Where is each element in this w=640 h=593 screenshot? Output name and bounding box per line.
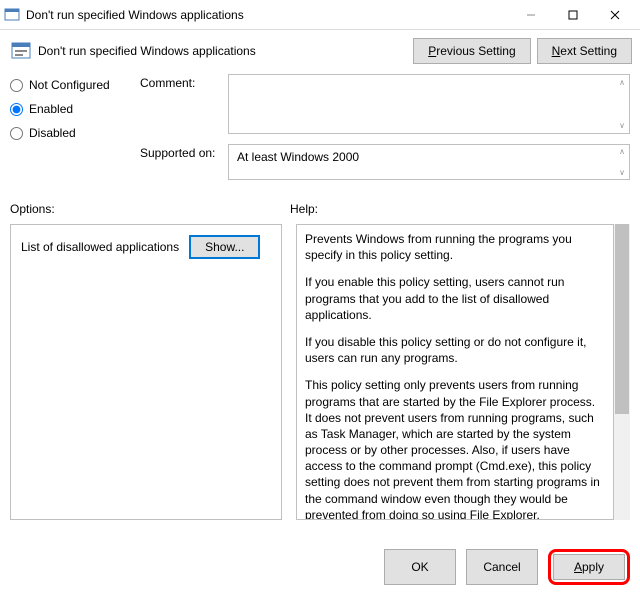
previous-setting-button[interactable]: Previous Setting xyxy=(413,38,530,64)
close-button[interactable] xyxy=(594,1,636,29)
state-radios: Not Configured Enabled Disabled xyxy=(10,74,140,150)
policy-icon xyxy=(10,40,32,62)
disallowed-apps-label: List of disallowed applications xyxy=(21,240,179,254)
radio-enabled[interactable]: Enabled xyxy=(10,102,140,116)
radio-disabled-input[interactable] xyxy=(10,127,23,140)
minimize-button[interactable] xyxy=(510,1,552,29)
help-panel: Prevents Windows from running the progra… xyxy=(296,224,614,520)
help-text: If you enable this policy setting, users… xyxy=(305,274,605,323)
comment-label: Comment: xyxy=(140,74,228,134)
cancel-button[interactable]: Cancel xyxy=(466,549,538,585)
dialog-footer: OK Cancel Apply xyxy=(384,549,630,585)
supported-on-value: At least Windows 2000 xyxy=(237,150,359,164)
apply-button[interactable]: Apply xyxy=(553,554,625,580)
radio-not-configured[interactable]: Not Configured xyxy=(10,78,140,92)
help-text: Prevents Windows from running the progra… xyxy=(305,231,605,263)
help-label: Help: xyxy=(290,202,318,216)
scroll-up-icon: ∧ xyxy=(619,78,625,87)
radio-not-configured-input[interactable] xyxy=(10,79,23,92)
maximize-button[interactable] xyxy=(552,1,594,29)
help-scrollbar[interactable] xyxy=(614,224,630,520)
header: Don't run specified Windows applications… xyxy=(0,30,640,74)
options-label: Options: xyxy=(10,202,290,216)
header-title: Don't run specified Windows applications xyxy=(38,44,407,58)
show-button[interactable]: Show... xyxy=(189,235,260,259)
next-setting-button[interactable]: Next Setting xyxy=(537,38,632,64)
supported-on-box: At least Windows 2000 ∧ ∨ xyxy=(228,144,630,180)
help-text: This policy setting only prevents users … xyxy=(305,377,605,520)
ok-button[interactable]: OK xyxy=(384,549,456,585)
scroll-down-icon: ∨ xyxy=(619,121,625,130)
radio-enabled-input[interactable] xyxy=(10,103,23,116)
app-icon xyxy=(4,7,20,23)
window-title: Don't run specified Windows applications xyxy=(26,8,510,22)
options-panel: List of disallowed applications Show... xyxy=(10,224,282,520)
supported-label: Supported on: xyxy=(140,144,228,180)
titlebar: Don't run specified Windows applications xyxy=(0,0,640,30)
comment-input[interactable]: ∧ ∨ xyxy=(228,74,630,134)
scroll-down-icon: ∨ xyxy=(619,168,625,177)
radio-disabled[interactable]: Disabled xyxy=(10,126,140,140)
apply-highlight: Apply xyxy=(548,549,630,585)
scrollbar-thumb[interactable] xyxy=(615,224,629,414)
help-text: If you disable this policy setting or do… xyxy=(305,334,605,366)
scroll-up-icon: ∧ xyxy=(619,147,625,156)
